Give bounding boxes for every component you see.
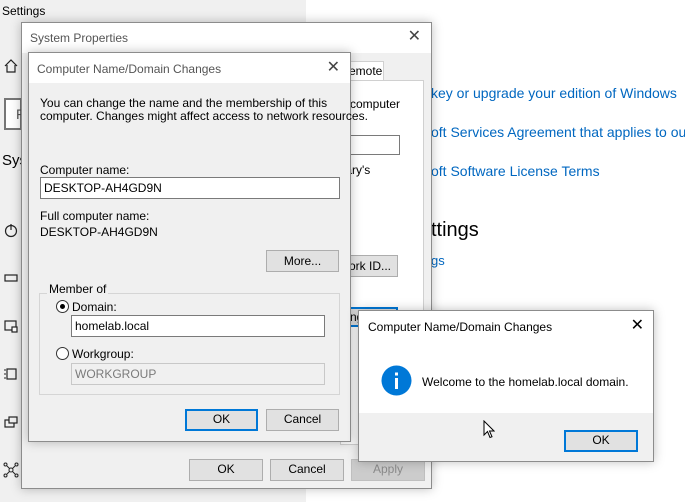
apply-button[interactable]: Apply	[351, 459, 425, 481]
domain-radio[interactable]	[56, 300, 69, 313]
workgroup-radio[interactable]	[56, 347, 69, 360]
ok-button[interactable]: OK	[189, 459, 263, 481]
tablet-icon[interactable]	[3, 318, 21, 336]
ok-button[interactable]: OK	[185, 409, 258, 431]
name-change-titlebar: Computer Name/Domain Changes ✕	[29, 53, 350, 83]
home-icon[interactable]	[3, 58, 21, 76]
settings-title: Settings	[2, 4, 46, 18]
network-id-button[interactable]: ork ID...	[348, 255, 398, 277]
workgroup-label: Workgroup:	[72, 347, 134, 361]
welcome-message: Welcome to the homelab.local domain.	[422, 375, 629, 389]
close-icon[interactable]: ✕	[408, 28, 421, 46]
close-icon[interactable]: ✕	[631, 317, 644, 335]
full-name-label: Full computer name:	[40, 209, 150, 223]
storage-icon[interactable]	[3, 270, 21, 288]
name-change-dialog: Computer Name/Domain Changes ✕ You can c…	[28, 52, 368, 442]
name-change-title: Computer Name/Domain Changes	[37, 62, 222, 76]
cancel-button[interactable]: Cancel	[266, 409, 339, 431]
cursor-icon	[483, 419, 496, 440]
product-key-link[interactable]: key or upgrade your edition of Windows	[431, 85, 677, 101]
shared-experiences-icon[interactable]	[3, 462, 21, 480]
computer-description-field[interactable]	[348, 135, 400, 155]
computer-name-field[interactable]: DESKTOP-AH4GD9N	[40, 177, 340, 199]
system-properties-titlebar: System Properties ✕	[22, 23, 431, 53]
full-name-value: DESKTOP-AH4GD9N	[40, 225, 158, 239]
cancel-button[interactable]: Cancel	[270, 459, 344, 481]
ok-button[interactable]: OK	[564, 430, 638, 452]
settings-search-input[interactable]: F	[4, 98, 25, 130]
domain-field[interactable]: homelab.local	[71, 315, 325, 337]
more-button[interactable]: More...	[266, 250, 339, 272]
power-icon[interactable]	[3, 222, 21, 240]
services-agreement-link[interactable]: oft Services Agreement that applies to o…	[431, 124, 685, 140]
welcome-content-area: Computer Name/Domain Changes ✕ Welcome t…	[359, 311, 653, 413]
system-properties-title: System Properties	[30, 31, 129, 45]
computer-name-label: Computer name:	[40, 163, 130, 177]
close-icon[interactable]: ✕	[327, 59, 340, 77]
welcome-title: Computer Name/Domain Changes	[368, 320, 553, 334]
related-settings-heading: ttings	[431, 219, 479, 241]
domain-label: Domain:	[72, 300, 117, 314]
intro-text-line2: computer. Changes might affect access to…	[40, 109, 368, 123]
workgroup-field[interactable]: WORKGROUP	[71, 363, 325, 385]
member-of-label: Member of	[47, 282, 109, 296]
intro-text-line1: You can change the name and the membersh…	[40, 96, 328, 110]
license-terms-link[interactable]: oft Software License Terms	[431, 163, 600, 179]
welcome-message-box: Computer Name/Domain Changes ✕ Welcome t…	[358, 310, 654, 462]
multitasking-icon[interactable]	[3, 366, 21, 384]
related-settings-link[interactable]: gs	[431, 253, 445, 268]
projecting-icon[interactable]	[3, 414, 21, 432]
info-icon	[381, 365, 412, 396]
